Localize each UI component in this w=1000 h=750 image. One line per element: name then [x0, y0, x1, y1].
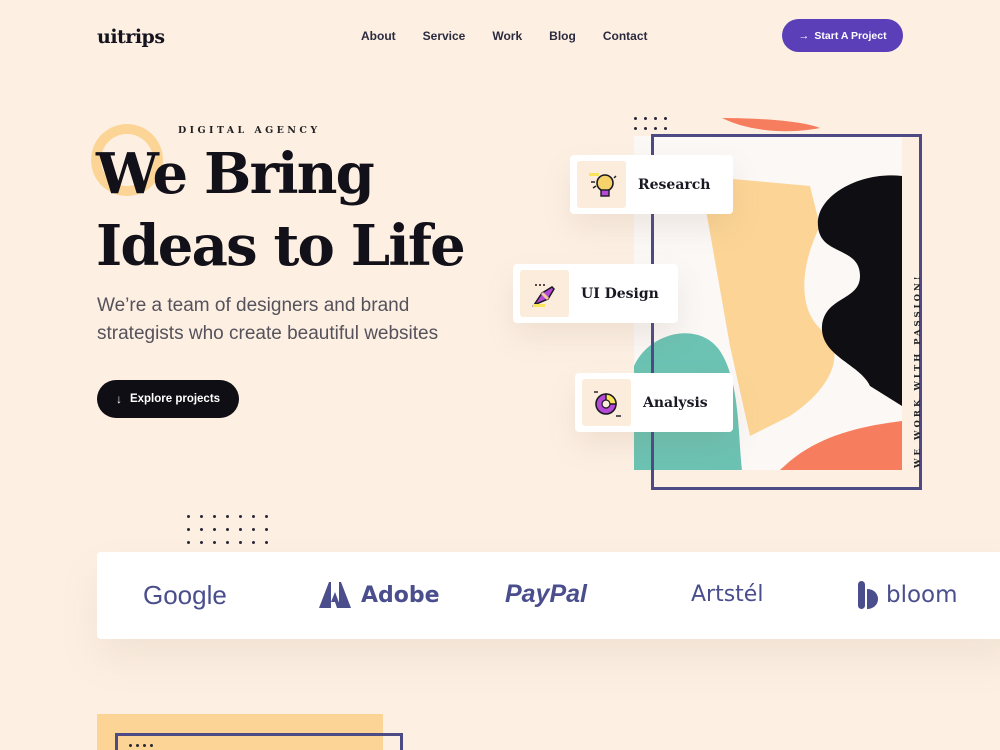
brand-adobe[interactable]: Adobe — [319, 582, 440, 608]
decorative-dot — [226, 515, 229, 518]
nav-contact[interactable]: Contact — [603, 29, 648, 43]
pie-chart-icon — [582, 379, 631, 426]
decorative-dot — [143, 744, 146, 747]
brand-bloom[interactable]: bloom — [858, 581, 958, 609]
decorative-dot — [200, 541, 203, 544]
card-label-research: Research — [638, 176, 711, 193]
lightbulb-icon — [577, 161, 626, 208]
arrow-right-icon: → — [798, 29, 810, 42]
brand-logos-bar: Google Adobe PayPal Artstél bloom — [97, 552, 1000, 639]
vertical-tagline: WE WORK WITH PASSION! — [913, 273, 923, 468]
decorative-dot — [252, 528, 255, 531]
decorative-dot — [187, 515, 190, 518]
brand-adobe-label: Adobe — [361, 582, 440, 608]
brand-artstel[interactable]: Artstél — [691, 582, 763, 607]
main-nav: About Service Work Blog Contact — [361, 29, 675, 43]
service-card-ui-design[interactable]: UI Design — [513, 264, 678, 323]
decorative-dot — [187, 541, 190, 544]
card-label-analysis: Analysis — [643, 394, 708, 411]
decorative-dot — [265, 515, 268, 518]
decorative-dot — [150, 744, 153, 747]
decorative-dot — [239, 541, 242, 544]
start-project-label: Start A Project — [814, 29, 887, 42]
explore-label: Explore projects — [129, 393, 221, 405]
decorative-dot — [200, 528, 203, 531]
decorative-dot — [252, 541, 255, 544]
adobe-logo-icon — [319, 582, 351, 608]
decorative-dot — [213, 515, 216, 518]
decorative-dot — [200, 515, 203, 518]
pen-tool-icon — [520, 270, 569, 317]
service-card-research[interactable]: Research — [570, 155, 733, 214]
nav-service[interactable]: Service — [423, 29, 466, 43]
brand-paypal[interactable]: PayPal — [505, 580, 587, 609]
decorative-frame-bottom — [115, 733, 403, 750]
nav-work[interactable]: Work — [492, 29, 522, 43]
decorative-dot — [265, 541, 268, 544]
eyebrow-text: DIGITAL AGENCY — [178, 125, 321, 136]
headline-line-2: Ideas to Life — [96, 213, 466, 279]
decorative-dot — [226, 541, 229, 544]
logo[interactable]: uitrips — [97, 26, 165, 48]
brand-bloom-label: bloom — [886, 582, 958, 608]
bloom-logo-icon — [858, 581, 878, 609]
start-project-button[interactable]: → Start A Project — [782, 19, 903, 52]
card-label-ui-design: UI Design — [581, 285, 659, 302]
decorative-dot — [252, 515, 255, 518]
decorative-dot — [239, 528, 242, 531]
decorative-dot — [239, 515, 242, 518]
decorative-dot — [187, 528, 190, 531]
hero-subtitle: We’re a team of designers and brand stra… — [97, 295, 439, 344]
decorative-dot — [213, 528, 216, 531]
hero-headline: We Bring Ideas to Life — [96, 138, 536, 282]
headline-line-1: We Bring — [96, 141, 375, 207]
arrow-down-icon: ↓ — [115, 392, 122, 406]
service-card-analysis[interactable]: Analysis — [575, 373, 733, 432]
nav-blog[interactable]: Blog — [549, 29, 576, 43]
decorative-dot — [213, 541, 216, 544]
explore-projects-button[interactable]: ↓ Explore projects — [97, 380, 239, 418]
brand-google[interactable]: Google — [143, 580, 227, 611]
decorative-dot — [129, 744, 132, 747]
decorative-dot — [136, 744, 139, 747]
nav-about[interactable]: About — [361, 29, 396, 43]
decorative-dot — [265, 528, 268, 531]
decorative-dot — [226, 528, 229, 531]
